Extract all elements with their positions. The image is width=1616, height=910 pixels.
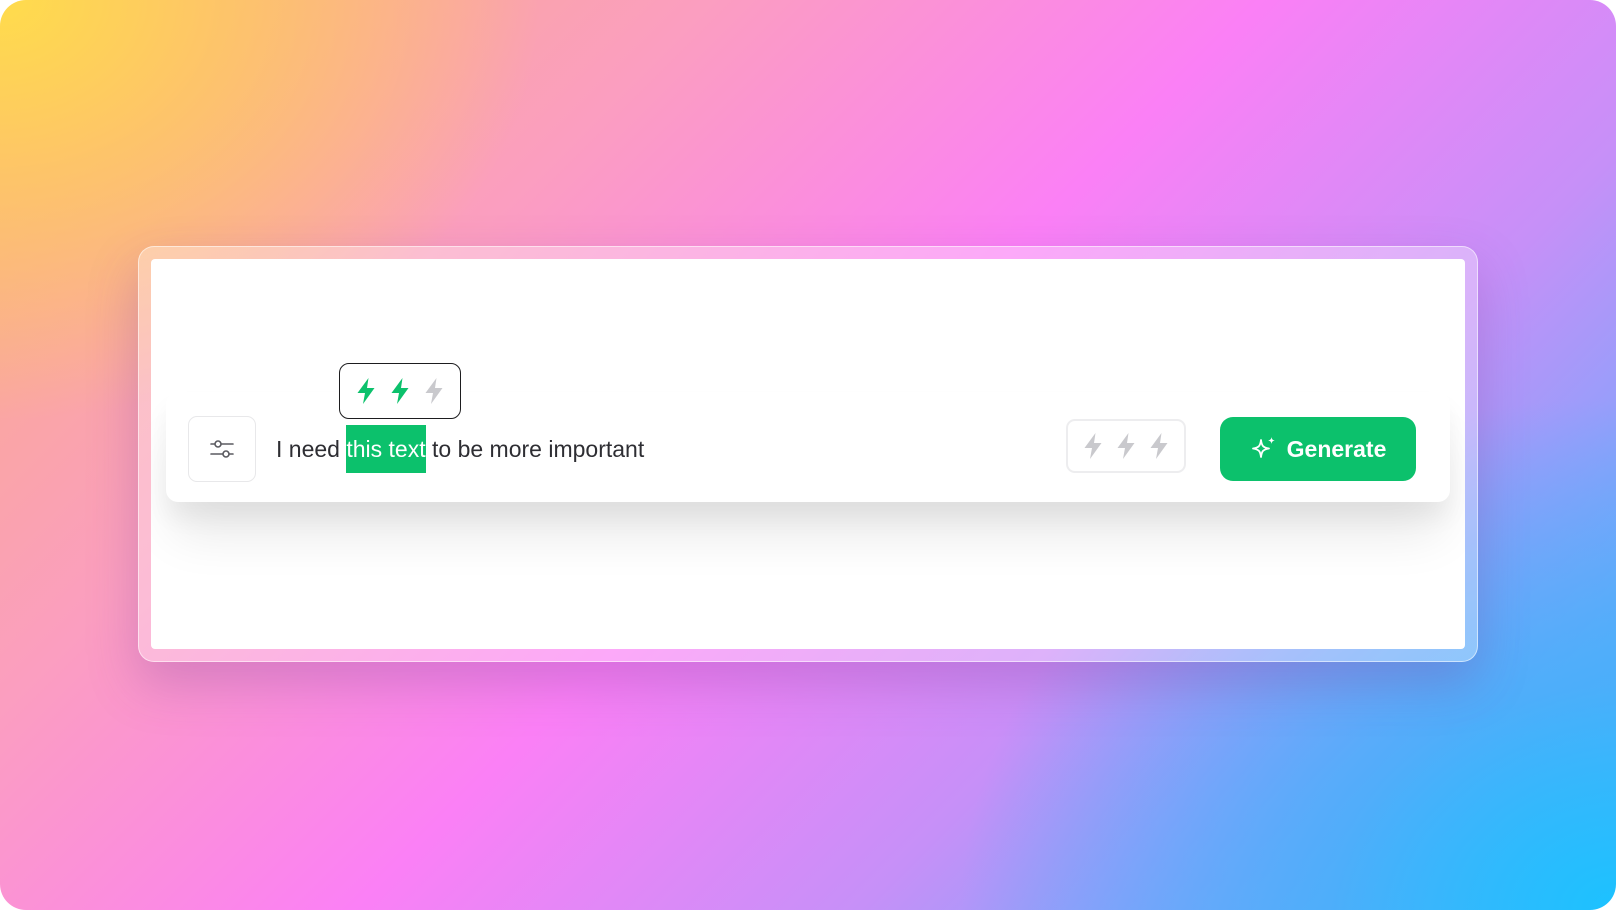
highlight-importance-popover[interactable] [339, 363, 461, 419]
prompt-text-before: I need [276, 435, 347, 462]
highlighted-text[interactable]: this text [346, 425, 426, 473]
sliders-icon [210, 440, 234, 458]
generate-button-label: Generate [1286, 435, 1387, 462]
settings-button[interactable] [188, 416, 256, 482]
bolt-icon[interactable] [388, 377, 412, 405]
editor-frame: I need this text to be more important Ge… [138, 246, 1478, 662]
generate-button[interactable]: Generate [1220, 417, 1416, 481]
sparkle-icon [1251, 437, 1275, 458]
bolt-icon[interactable] [1147, 432, 1171, 460]
bolt-icon[interactable] [354, 377, 378, 405]
prompt-text[interactable]: I need this text to be more important [276, 425, 644, 473]
bolt-icon[interactable] [1114, 432, 1138, 460]
prompt-text-after: to be more important [425, 435, 645, 462]
bolt-icon[interactable] [422, 377, 446, 405]
bolt-icon[interactable] [1081, 432, 1105, 460]
editor-canvas: I need this text to be more important Ge… [151, 259, 1465, 649]
gradient-background: I need this text to be more important Ge… [0, 0, 1616, 910]
prompt-importance-rating[interactable] [1066, 419, 1186, 473]
